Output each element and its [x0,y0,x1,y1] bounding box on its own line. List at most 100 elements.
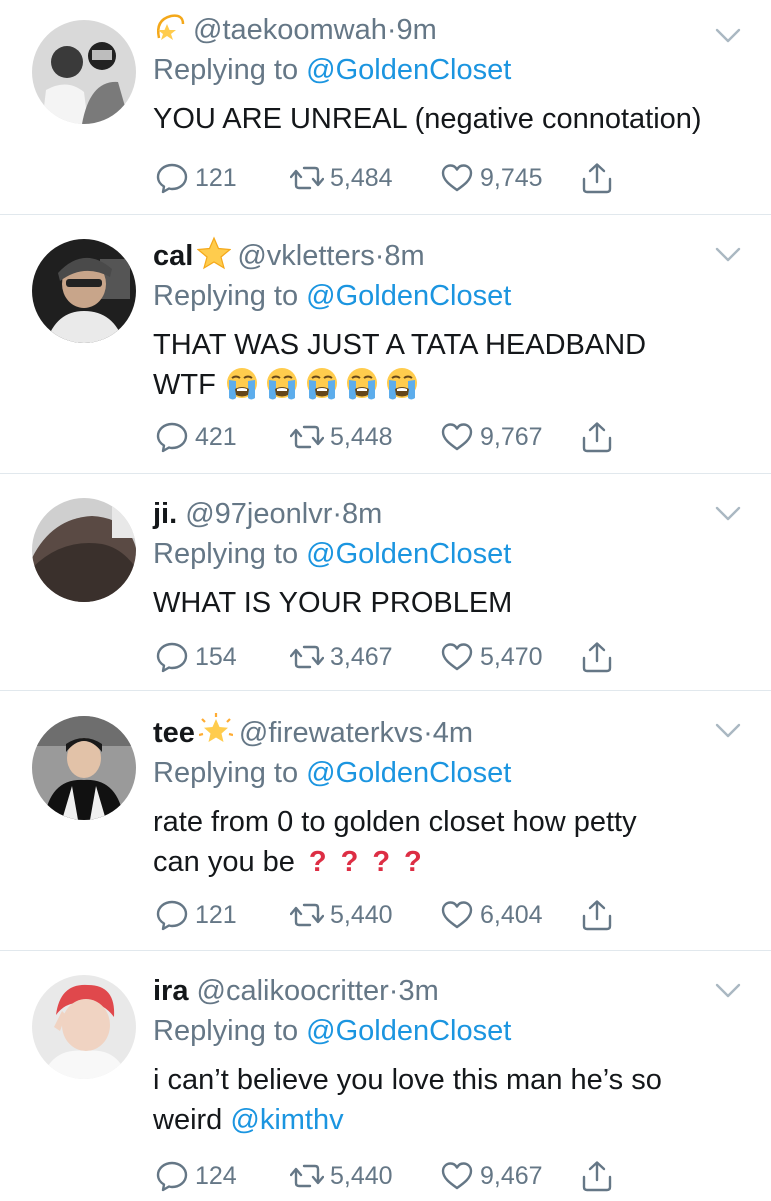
replying-to-mention[interactable]: @GoldenCloset [306,538,511,570]
user-handle[interactable]: @calikoocritter [197,975,389,1007]
share-icon [580,898,620,932]
loudly-crying-face-icon [264,365,300,401]
tweet-header: ji. @97jeonlvr·8m [153,495,751,533]
tweet-header: ira @calikoocritter·3m [153,972,751,1010]
tweet-text: THAT WAS JUST A TATA HEADBAND WTF [153,325,751,405]
tweet-text-line: weird @kimthv [153,1100,751,1140]
tweet-content: ira @calikoocritter·3m Replying to @Golde… [153,972,751,1140]
tweet-text-segment: WHAT IS YOUR PROBLEM [153,587,513,619]
red-question-mark-icon: ? [308,846,327,878]
share-button[interactable] [580,158,620,198]
like-button[interactable]: 5,470 [440,637,543,677]
heart-icon [440,640,480,674]
tweet-content: ji. @97jeonlvr·8m Replying to @GoldenClos… [153,495,751,623]
tweet[interactable]: cal @vkletters·8m Replying to @GoldenClose… [0,214,771,474]
tweet-text-line: WHAT IS YOUR PROBLEM [153,583,751,623]
replying-to-mention[interactable]: @GoldenCloset [306,757,511,789]
dizzy-star-icon [153,10,187,44]
retweet-button[interactable]: 5,448 [290,417,393,457]
red-question-mark-icon: ? [340,846,359,878]
avatar[interactable] [32,20,136,124]
display-name[interactable]: ira [153,975,188,1007]
timestamp[interactable]: 8m [384,240,424,272]
avatar[interactable] [32,239,136,343]
replying-to: Replying to @GoldenCloset [153,754,751,792]
like-button[interactable]: 9,745 [440,158,543,198]
like-button[interactable]: 9,767 [440,417,543,457]
loudly-crying-face-icon [304,365,340,401]
reply-bubble-icon [155,161,195,195]
replying-to: Replying to @GoldenCloset [153,535,751,573]
reply-button[interactable]: 121 [155,895,237,935]
display-name[interactable]: cal [153,240,193,272]
tweet-text: i can’t believe you love this man he’s s… [153,1060,751,1140]
user-handle[interactable]: @taekoomwah [193,14,387,46]
share-button[interactable] [580,637,620,677]
red-question-mark-icon: ? [372,846,391,878]
timestamp[interactable]: 9m [397,14,437,46]
likes-count: 9,767 [480,422,543,451]
tweet-text-segment: weird [153,1104,223,1136]
share-button[interactable] [580,417,620,457]
tweet-text: YOU ARE UNREAL (negative connotation) [153,99,751,139]
mention-link[interactable]: @kimthv [230,1104,343,1136]
reply-feed: @taekoomwah·9m Replying to @GoldenCloset Y… [0,0,771,1200]
tweet[interactable]: ji. @97jeonlvr·8m Replying to @GoldenClos… [0,473,771,691]
replying-to: Replying to @GoldenCloset [153,1012,751,1050]
display-name[interactable]: ji. [153,498,177,530]
retweet-button[interactable]: 5,440 [290,1156,393,1196]
tweet-actions: 121 5,484 9,745 [155,158,635,198]
replying-to: Replying to @GoldenCloset [153,277,751,315]
avatar[interactable] [32,716,136,820]
avatar[interactable] [32,498,136,602]
avatar[interactable] [32,975,136,1079]
tweet-text-line: i can’t believe you love this man he’s s… [153,1060,751,1100]
tweet-text-segment: i can’t believe you love this man he’s s… [153,1064,662,1096]
share-button[interactable] [580,1156,620,1196]
like-button[interactable]: 6,404 [440,895,543,935]
reply-button[interactable]: 421 [155,417,237,457]
tweet-text-segment: rate from 0 to golden closet how petty [153,806,637,838]
retweets-count: 5,440 [330,900,393,929]
reply-button[interactable]: 124 [155,1156,237,1196]
timestamp[interactable]: 4m [433,717,473,749]
share-icon [580,1159,620,1193]
tweet[interactable]: @taekoomwah·9m Replying to @GoldenCloset Y… [0,0,771,214]
retweet-icon [290,420,330,454]
retweet-icon [290,640,330,674]
replying-to-label: Replying to [153,54,299,86]
tweet-text-line: rate from 0 to golden closet how petty [153,802,751,842]
retweet-button[interactable]: 5,484 [290,158,393,198]
tweet[interactable]: ira @calikoocritter·3m Replying to @Golde… [0,950,771,1201]
replies-count: 124 [195,1161,237,1190]
reply-button[interactable]: 121 [155,158,237,198]
heart-icon [440,898,480,932]
retweet-button[interactable]: 3,467 [290,637,393,677]
like-button[interactable]: 9,467 [440,1156,543,1196]
retweet-button[interactable]: 5,440 [290,895,393,935]
replying-to-mention[interactable]: @GoldenCloset [306,280,511,312]
heart-icon [440,420,480,454]
replying-to-mention[interactable]: @GoldenCloset [306,54,511,86]
tweet-header: @taekoomwah·9m [153,10,751,49]
user-handle[interactable]: @97jeonlvr [185,498,332,530]
display-name[interactable]: tee [153,717,195,749]
replying-to-mention[interactable]: @GoldenCloset [306,1015,511,1047]
separator-dot: · [374,240,385,272]
tweet[interactable]: tee @firewaterkvs·4m Replying to @GoldenCl… [0,690,771,951]
reply-bubble-icon [155,420,195,454]
replies-count: 154 [195,642,237,671]
reply-button[interactable]: 154 [155,637,237,677]
share-icon [580,420,620,454]
likes-count: 9,745 [480,163,543,192]
likes-count: 6,404 [480,900,543,929]
star-icon [197,236,232,270]
user-handle[interactable]: @vkletters [237,240,374,272]
retweets-count: 5,448 [330,422,393,451]
retweet-icon [290,898,330,932]
share-button[interactable] [580,895,620,935]
user-handle[interactable]: @firewaterkvs [239,717,423,749]
replies-count: 421 [195,422,237,451]
timestamp[interactable]: 8m [342,498,382,530]
timestamp[interactable]: 3m [398,975,438,1007]
